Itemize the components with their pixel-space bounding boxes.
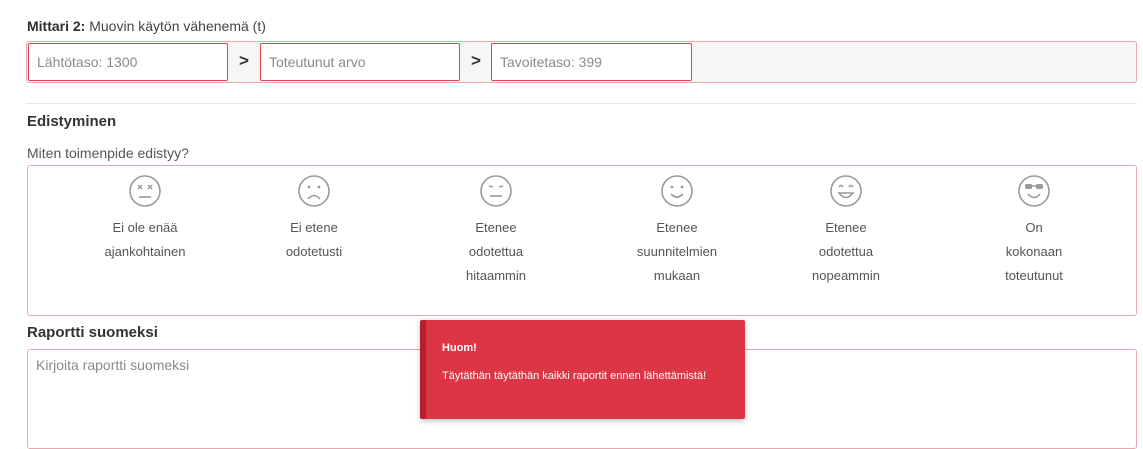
progress-option-not-progressing[interactable]: Ei etene odotetusti (244, 174, 384, 264)
progress-options: Ei ole enää ajankohtainen Ei etene odote… (27, 165, 1137, 316)
progress-option-faster[interactable]: Etenee odotettua nopeammin (776, 174, 916, 288)
option-label: Ei etene odotetusti (285, 220, 343, 259)
warning-toast[interactable]: Huom! Täytäthän täytäthän kaikki raporti… (420, 320, 745, 419)
chevron-right-icon: > (471, 51, 481, 70)
metric-values-row: > > (26, 41, 1137, 83)
option-label: Etenee odotettua hitaammin (466, 220, 526, 283)
progress-option-completed[interactable]: On kokonaan toteutunut (964, 174, 1104, 288)
report-title: Raportti suomeksi (27, 324, 158, 341)
progress-option-on-plan[interactable]: Etenee suunnitelmien mukaan (607, 174, 747, 288)
progress-option-not-relevant[interactable]: Ei ole enää ajankohtainen (75, 174, 215, 264)
neutral-face-icon (480, 175, 512, 207)
toast-title: Huom! (442, 342, 477, 354)
target-input[interactable] (491, 43, 692, 81)
option-label: Etenee suunnitelmien mukaan (636, 220, 718, 283)
dead-face-icon (129, 175, 161, 207)
option-label: Etenee odotettua nopeammin (812, 220, 880, 283)
grin-face-icon (830, 175, 862, 207)
progress-title: Edistyminen (27, 113, 117, 130)
cool-face-icon (1018, 175, 1050, 207)
actual-value-input[interactable] (260, 43, 460, 81)
progress-option-slower[interactable]: Etenee odotettua hitaammin (426, 174, 566, 288)
metric-title: Mittari 2: Muovin käytön vähenemä (t) (27, 18, 266, 34)
toast-message: Täytäthän täytäthän kaikki raportit enne… (442, 370, 707, 382)
progress-question: Miten toimenpide edistyy? (27, 145, 189, 161)
chevron-right-icon: > (239, 51, 249, 70)
section-divider (26, 103, 1137, 104)
baseline-input[interactable] (28, 43, 228, 81)
option-label: On kokonaan toteutunut (1005, 220, 1063, 283)
metric-label: Mittari 2: (27, 18, 86, 34)
sad-face-icon (298, 175, 330, 207)
metric-description: Muovin käytön vähenemä (t) (89, 18, 266, 34)
smile-face-icon (661, 175, 693, 207)
option-label: Ei ole enää ajankohtainen (104, 220, 186, 259)
